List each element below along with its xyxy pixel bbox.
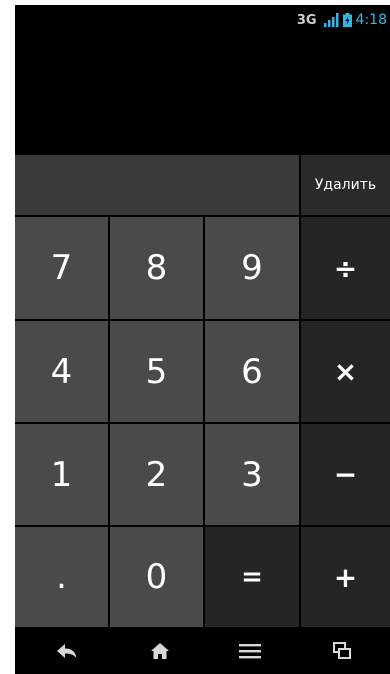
key-2[interactable]: 2 — [110, 424, 203, 525]
keypad: 7 8 9 ÷ 4 5 6 × 1 2 3 − . 0 = + — [15, 217, 390, 627]
status-icons: 3G 4:18 — [297, 12, 387, 28]
menu-icon — [239, 643, 261, 658]
key-7[interactable]: 7 — [15, 217, 108, 319]
multiply-button[interactable]: × — [301, 321, 390, 422]
back-icon — [57, 643, 77, 658]
battery-charging-icon — [342, 13, 352, 27]
key-6[interactable]: 6 — [205, 321, 299, 422]
divide-button[interactable]: ÷ — [301, 217, 390, 319]
minus-button[interactable]: − — [301, 424, 390, 525]
result-display — [15, 37, 390, 155]
menu-button[interactable] — [215, 627, 285, 674]
status-bar: 3G 4:18 — [15, 5, 390, 37]
recent-apps-icon — [333, 641, 351, 659]
delete-button[interactable]: Удалить — [301, 155, 390, 215]
equals-button[interactable]: = — [205, 527, 299, 627]
key-3[interactable]: 3 — [205, 424, 299, 525]
formula-row: Удалить — [15, 155, 390, 215]
clock: 4:18 — [355, 12, 387, 28]
home-icon — [151, 642, 169, 659]
key-8[interactable]: 8 — [110, 217, 203, 319]
recent-apps-button[interactable] — [307, 627, 377, 674]
decimal-point-button[interactable]: . — [15, 527, 108, 627]
network-type: 3G — [296, 12, 317, 28]
back-button[interactable] — [32, 627, 102, 674]
key-9[interactable]: 9 — [205, 217, 299, 319]
key-5[interactable]: 5 — [110, 321, 203, 422]
home-button[interactable] — [125, 627, 195, 674]
plus-button[interactable]: + — [301, 527, 390, 627]
signal-icon — [323, 13, 339, 27]
key-4[interactable]: 4 — [15, 321, 108, 422]
key-0[interactable]: 0 — [110, 527, 203, 627]
key-1[interactable]: 1 — [15, 424, 108, 525]
phone-screen: 3G 4:18 Удалить 7 8 9 ÷ 4 5 6 × 1 2 3 − … — [15, 5, 390, 674]
navigation-bar — [15, 627, 390, 674]
formula-input[interactable] — [15, 155, 299, 215]
